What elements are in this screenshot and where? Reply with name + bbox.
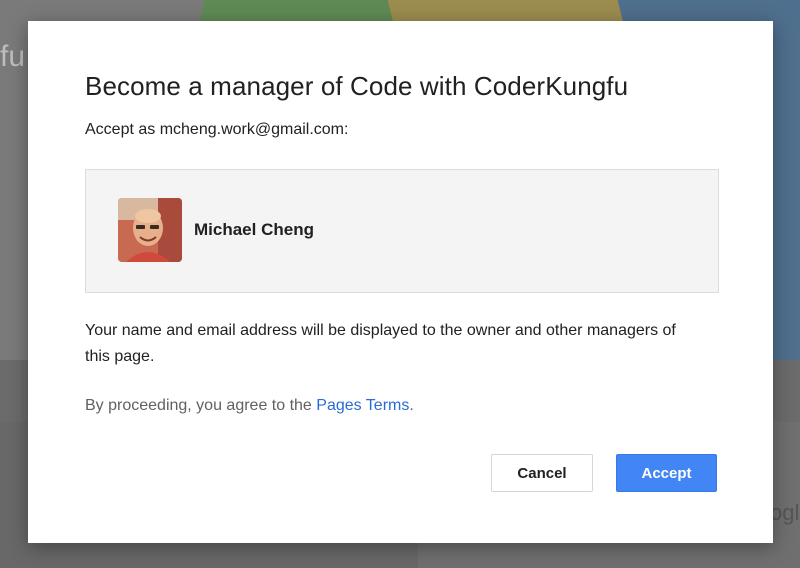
avatar-photo xyxy=(118,198,182,262)
page-root: fu ogl Become a manager of Code with Cod… xyxy=(0,0,800,568)
background-page-title: fu xyxy=(0,40,26,73)
accept-as-text: Accept as mcheng.work@gmail.com: xyxy=(85,121,349,138)
become-manager-dialog: Become a manager of Code with CoderKungf… xyxy=(28,21,773,543)
accept-button[interactable]: Accept xyxy=(616,454,717,492)
pages-terms-link[interactable]: Pages Terms xyxy=(316,397,409,414)
background-right-text: ogl xyxy=(770,500,800,525)
avatar xyxy=(118,198,182,262)
dialog-title: Become a manager of Code with CoderKungf… xyxy=(85,71,629,101)
profile-card: Michael Cheng xyxy=(85,169,719,293)
terms-suffix: . xyxy=(409,397,414,414)
profile-name: Michael Cheng xyxy=(194,220,314,239)
terms-notice: By proceeding, you agree to the Pages Te… xyxy=(85,397,414,415)
visibility-notice: Your name and email address will be disp… xyxy=(85,322,676,365)
cancel-button[interactable]: Cancel xyxy=(491,454,593,492)
terms-prefix: By proceeding, you agree to the xyxy=(85,397,317,414)
